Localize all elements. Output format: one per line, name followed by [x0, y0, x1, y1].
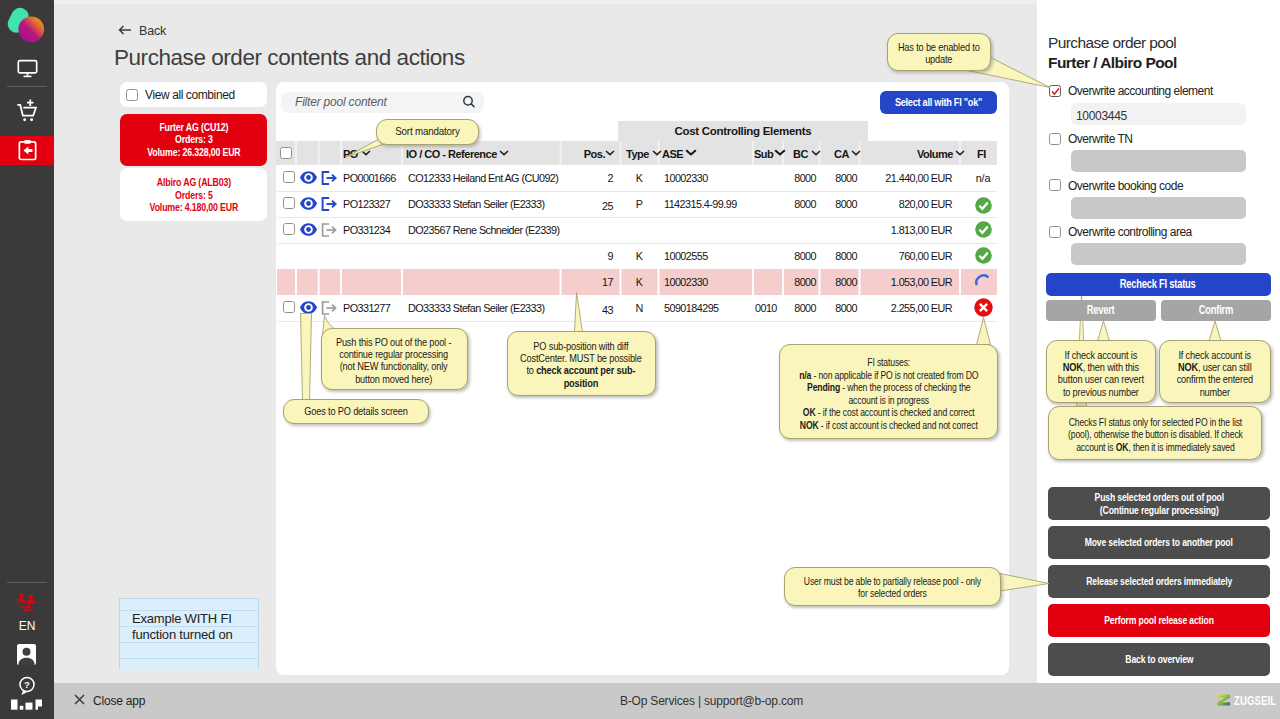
svg-text:?: ?	[24, 679, 30, 690]
